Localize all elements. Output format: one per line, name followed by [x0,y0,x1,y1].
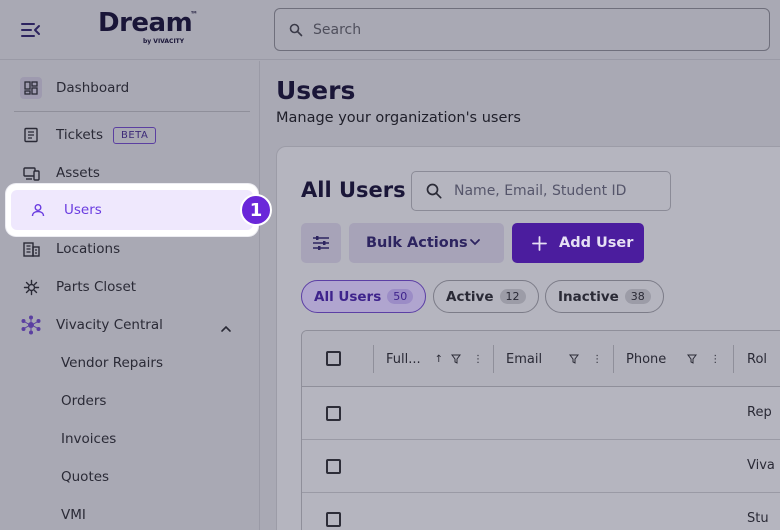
card-title: All Users [301,178,406,202]
network-icon [18,315,44,335]
column-header-full-name[interactable]: Full... ↑ ⋮ [374,331,494,387]
column-label: Email [506,351,543,367]
role-cell: Viva [747,458,775,473]
devices-icon [18,166,44,181]
dashboard-icon [20,77,42,99]
table-row[interactable]: Stu [302,493,780,530]
sidebar-divider [14,111,250,112]
beta-badge: BETA [112,126,157,144]
column-header-phone[interactable]: Phone ⋮ [614,331,734,387]
filter-settings-button[interactable] [301,223,341,263]
filter-tab-label: All Users [314,288,382,305]
sliders-icon [313,236,329,250]
filter-funnel-icon[interactable] [569,354,580,364]
filter-tab-count: 38 [624,289,651,304]
sidebar-item-users[interactable]: Users [6,184,258,236]
user-search-input[interactable]: Name, Email, Student ID [411,171,671,211]
row-checkbox[interactable] [326,406,341,421]
sidebar-item-label: Users [64,202,102,218]
row-checkbox[interactable] [326,512,341,527]
app-logo[interactable]: Dream ™ by VIVACITY [98,8,198,45]
step-number-badge: 1 [240,194,272,226]
top-bar: Dream ™ by VIVACITY Search [0,0,780,60]
column-header-role[interactable]: Rol [734,331,780,387]
bulk-actions-button[interactable]: Bulk Actions [349,223,504,263]
role-cell: Rep [747,405,772,420]
filter-funnel-icon[interactable] [451,354,462,364]
column-menu-icon[interactable]: ⋮ [592,354,602,365]
filter-tab-label: Active [446,288,494,305]
select-all-cell [302,331,374,387]
sidebar-item-label: Locations [56,241,121,257]
role-cell: Stu [747,511,769,526]
row-checkbox[interactable] [326,459,341,474]
column-label: Phone [626,351,667,367]
sidebar-subitem-invoices[interactable]: Invoices [61,431,116,447]
select-all-checkbox[interactable] [326,351,341,366]
filter-tab-label: Inactive [558,288,619,305]
column-menu-icon[interactable]: ⋮ [710,354,720,365]
filter-tab-active[interactable]: Active 12 [433,280,539,313]
search-icon [289,23,303,36]
column-label: Full... [386,351,421,367]
sidebar-item-label: Dashboard [56,80,130,96]
table-header: Full... ↑ ⋮ Email ⋮ Phone ⋮ Rol [302,331,780,387]
sidebar: Dashboard Tickets BETA Assets Locations … [0,61,260,530]
users-table: Full... ↑ ⋮ Email ⋮ Phone ⋮ Rol Rep Viva [301,330,780,530]
user-icon [31,203,45,217]
logo-byline: by VIVACITY [143,38,185,45]
column-header-email[interactable]: Email ⋮ [494,331,614,387]
logo-trademark: ™ [190,10,198,19]
page-subtitle: Manage your organization's users [276,110,521,126]
filter-tab-count: 50 [387,289,414,304]
sidebar-item-label: Vivacity Central [56,317,163,333]
page-title: Users [276,76,356,105]
sidebar-item-dashboard[interactable]: Dashboard [14,72,252,104]
bulk-actions-label: Bulk Actions [366,235,468,251]
collapse-menu-icon[interactable] [20,19,42,41]
filter-tab-count: 12 [499,289,526,304]
parts-icon [18,279,44,296]
filter-tab-inactive[interactable]: Inactive 38 [545,280,664,313]
add-user-label: Add User [559,235,634,251]
sidebar-subitem-vmi[interactable]: VMI [61,507,86,523]
sidebar-item-label: Parts Closet [56,279,137,295]
plus-icon [532,235,547,251]
ticket-icon [18,127,44,143]
sidebar-item-label: Tickets [56,127,103,143]
sidebar-item-vivacity-central[interactable]: Vivacity Central [14,309,252,341]
table-row[interactable]: Viva [302,440,780,493]
add-user-button[interactable]: Add User [512,223,644,263]
chevron-down-icon [469,238,481,246]
chevron-up-icon[interactable] [220,318,232,337]
sidebar-subitem-quotes[interactable]: Quotes [61,469,109,485]
column-label: Rol [747,351,768,367]
sidebar-subitem-orders[interactable]: Orders [61,393,106,409]
table-row[interactable]: Rep [302,387,780,440]
sidebar-item-tickets[interactable]: Tickets BETA [14,119,252,151]
column-menu-icon[interactable]: ⋮ [473,354,483,365]
sidebar-item-locations[interactable]: Locations [14,233,252,265]
logo-wordmark: Dream [98,8,193,38]
sidebar-item-label: Assets [56,165,100,181]
search-placeholder: Search [313,21,362,38]
sidebar-subitem-vendor-repairs[interactable]: Vendor Repairs [61,355,163,371]
filter-funnel-icon[interactable] [687,354,698,364]
building-icon [18,241,44,257]
sort-arrow-up-icon[interactable]: ↑ [435,354,443,365]
sidebar-item-users-active[interactable]: Users [11,190,253,230]
filter-tab-all-users[interactable]: All Users 50 [301,280,427,313]
sidebar-item-parts-closet[interactable]: Parts Closet [14,271,252,303]
global-search-input[interactable]: Search [274,8,770,51]
search-icon [426,183,442,199]
user-search-placeholder: Name, Email, Student ID [454,183,627,199]
